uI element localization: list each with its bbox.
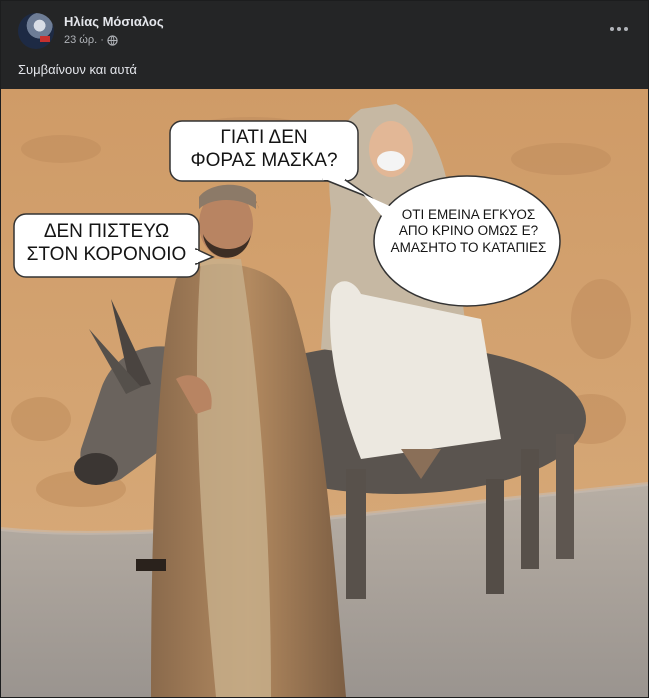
meme-image[interactable]: ΓΙΑΤΙ ΔΕΝ ΦΟΡΑΣ ΜΑΣΚΑ? ΔΕΝ ΠΙΣΤΕΥΩ ΣΤΟΝ … [1,89,648,697]
bubble-question-text: ΓΙΑΤΙ ΔΕΝ ΦΟΡΑΣ ΜΑΣΚΑ? [170,126,358,172]
avatar[interactable] [18,13,54,49]
bubble-question-line1: ΓΙΑΤΙ ΔΕΝ [220,127,308,148]
facebook-post: Ηλίας Μόσιαλος 23 ώρ. · Συμβαίνουν και α… [0,0,649,698]
post-meta: 23 ώρ. · [64,34,118,46]
bubble-mary-line3: ΑΜΑΣΗΤΟ ΤΟ ΚΑΤΑΠΙΕΣ [390,239,547,255]
bubble-joseph-line1: ΔΕΝ ΠΙΣΤΕΥΩ [43,221,170,242]
bubble-mary-line1: ΟΤΙ ΕΜΕΙΝΑ ΕΓΚΥΟΣ [401,207,536,222]
bubble-mary-text: ΟΤΙ ΕΜΕΙΝΑ ΕΓΚΥΟΣ ΑΠΟ ΚΡΙΝΟ ΟΜΩΣ Ε? ΑΜΑΣ… [381,207,556,256]
bubble-question-line2: ΦΟΡΑΣ ΜΑΣΚΑ? [190,150,338,172]
meta-separator: · [100,34,104,46]
author-name[interactable]: Ηλίας Μόσιαλος [64,14,164,29]
post-time[interactable]: 23 ώρ. [64,34,97,46]
bubble-joseph-line2: ΣΤΟΝ ΚΟΡΟΝΟΙΟ [26,244,187,266]
more-options-icon [610,27,614,31]
bubble-mary-line2: ΑΠΟ ΚΡΙΝΟ ΟΜΩΣ Ε? [398,223,539,239]
more-options-button[interactable] [606,19,632,39]
bubble-joseph-text: ΔΕΝ ΠΙΣΤΕΥΩ ΣΤΟΝ ΚΟΡΟΝΟΙΟ [14,220,199,266]
globe-icon [107,34,118,46]
post-caption: Συμβαίνουν και αυτά [18,62,137,77]
meme-illustration [1,89,648,697]
